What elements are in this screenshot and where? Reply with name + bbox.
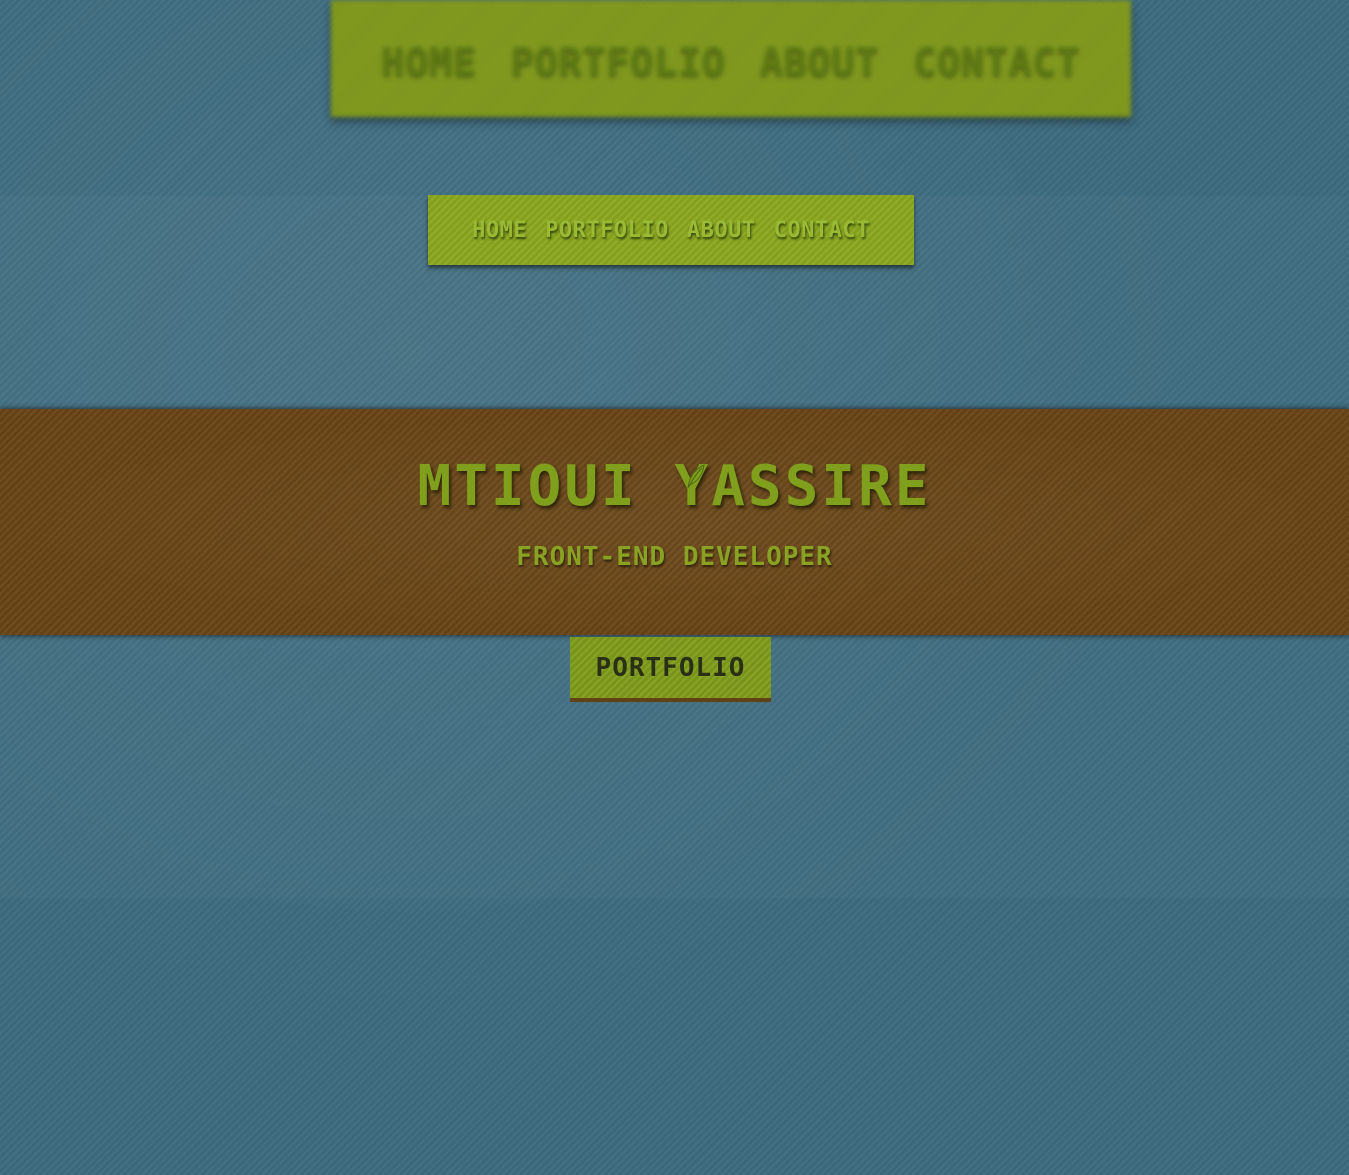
nav-portfolio-link[interactable]: PORTFOLIO: [545, 218, 669, 243]
nav-contact-link[interactable]: CONTACT: [774, 218, 870, 243]
top-nav-portfolio-link[interactable]: PORTFOLIO: [511, 40, 726, 84]
nav-home-link[interactable]: HOME: [472, 218, 527, 243]
top-nav-about-link[interactable]: ABOUT: [760, 40, 879, 84]
hero-banner: [0, 409, 1349, 635]
hero-subtitle: FRONT-END DEVELOPER: [516, 542, 833, 572]
main-nav: HOME PORTFOLIO ABOUT CONTACT: [428, 195, 914, 265]
top-nav-home-link[interactable]: HOME: [382, 40, 478, 84]
nav-about-link[interactable]: ABOUT: [687, 218, 756, 243]
leaf-icon: [687, 464, 705, 489]
hero-name: MTIOUI YASSIRE: [417, 454, 932, 519]
portfolio-button[interactable]: PORTFOLIO: [570, 637, 771, 702]
top-nav-blurred: HOME PORTFOLIO ABOUT CONTACT: [331, 0, 1131, 117]
top-nav-contact-link[interactable]: CONTACT: [913, 40, 1080, 84]
